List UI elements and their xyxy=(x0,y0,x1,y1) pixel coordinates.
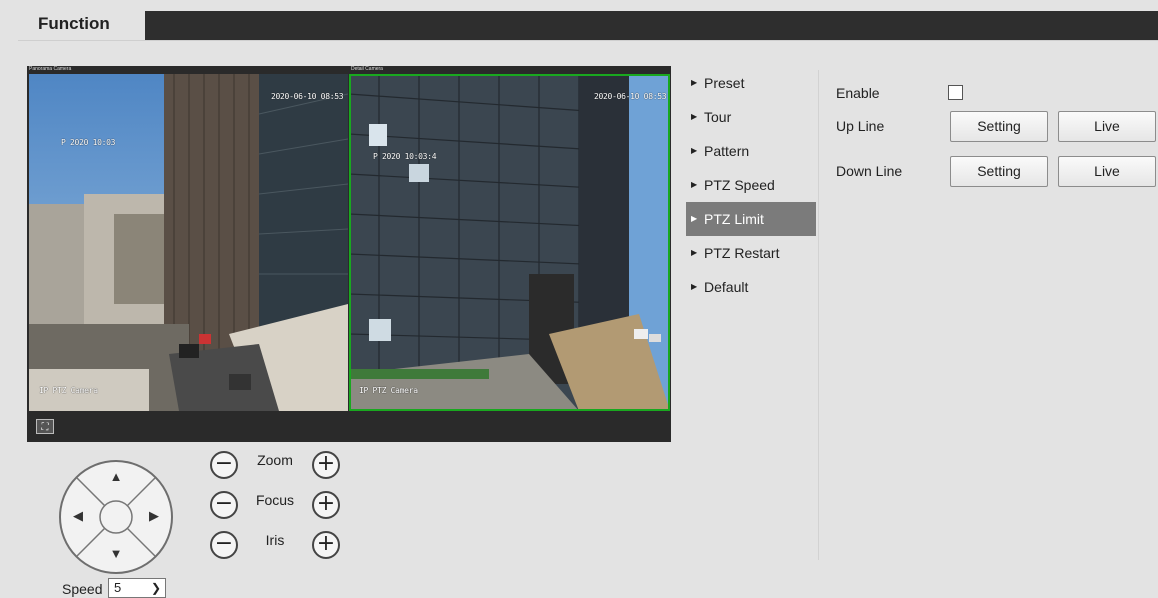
left-pane-title: Panorama Camera xyxy=(29,66,72,72)
down-line-live-button[interactable]: Live xyxy=(1058,156,1156,187)
iris-control: − Iris + xyxy=(210,531,346,563)
iris-plus-button[interactable]: + xyxy=(312,531,340,559)
ptz-direction-pad[interactable]: ▲ ▼ ◀ ▶ xyxy=(59,460,173,574)
menu-item-ptz-restart[interactable]: ▶ PTZ Restart xyxy=(686,236,816,270)
right-timestamp: 2020-06-10 08:53 xyxy=(594,92,667,101)
pan-up-icon[interactable]: ▲ xyxy=(107,468,125,486)
menu-item-ptz-speed[interactable]: ▶ PTZ Speed xyxy=(686,168,816,202)
triangle-right-icon: ▶ xyxy=(691,248,698,257)
tab-divider xyxy=(18,40,1158,41)
iris-minus-button[interactable]: − xyxy=(210,531,238,559)
up-line-live-button[interactable]: Live xyxy=(1058,111,1156,142)
detail-video-pane[interactable]: 2020-06-10 08:53 P 2020 10:03:4 IP PTZ C… xyxy=(349,74,670,411)
tab-function[interactable]: Function xyxy=(18,7,145,41)
focus-minus-button[interactable]: − xyxy=(210,491,238,519)
triangle-right-icon: ▶ xyxy=(691,78,698,87)
menu-divider xyxy=(818,70,819,560)
up-line-label: Up Line xyxy=(836,118,885,134)
triangle-right-icon: ▶ xyxy=(691,112,698,121)
focus-control: − Focus + xyxy=(210,491,346,523)
menu-item-preset[interactable]: ▶ Preset xyxy=(686,66,816,100)
menu-item-default[interactable]: ▶ Default xyxy=(686,270,816,304)
zoom-out-button[interactable]: − xyxy=(210,451,238,479)
menu-item-ptz-limit[interactable]: ▶ PTZ Limit xyxy=(686,202,816,236)
triangle-right-icon: ▶ xyxy=(691,282,698,291)
menu-item-label: PTZ Speed xyxy=(704,177,775,193)
detail-scene xyxy=(349,74,670,411)
menu-item-label: Tour xyxy=(704,109,732,125)
left-channel-label: IP PTZ Camera xyxy=(39,386,98,395)
menu-item-label: Pattern xyxy=(704,143,750,159)
triangle-right-icon: ▶ xyxy=(691,180,698,189)
right-osd-info: P 2020 10:03:4 xyxy=(373,152,437,161)
menu-item-tour[interactable]: ▶ Tour xyxy=(686,100,816,134)
enable-checkbox[interactable] xyxy=(948,85,963,100)
pan-left-icon[interactable]: ◀ xyxy=(69,507,87,525)
triangle-right-icon: ▶ xyxy=(691,146,698,155)
down-line-label: Down Line xyxy=(836,163,903,179)
triangle-right-icon: ▶ xyxy=(691,214,698,223)
iris-label: Iris xyxy=(265,532,285,548)
zoom-in-button[interactable]: + xyxy=(312,451,340,479)
speed-value: 5 xyxy=(114,580,122,595)
speed-label: Speed xyxy=(62,581,103,597)
right-channel-label: IP PTZ Camera xyxy=(359,386,418,395)
menu-item-label: PTZ Restart xyxy=(704,245,780,261)
focus-label: Focus xyxy=(255,492,295,508)
right-pane-title: Detail Camera xyxy=(351,66,383,72)
function-menu: ▶ Preset ▶ Tour ▶ Pattern ▶ PTZ Speed ▶ PTZ L… xyxy=(686,66,816,304)
menu-item-label: Preset xyxy=(704,75,745,91)
menu-item-pattern[interactable]: ▶ Pattern xyxy=(686,134,816,168)
menu-item-label: PTZ Limit xyxy=(704,211,764,227)
speed-select[interactable]: 5 ❯ xyxy=(108,578,166,598)
panorama-scene xyxy=(29,74,348,411)
down-line-setting-button[interactable]: Setting xyxy=(950,156,1048,187)
left-osd-info: P 2020 10:03 xyxy=(61,138,116,147)
menu-item-label: Default xyxy=(704,279,749,295)
pan-down-icon[interactable]: ▼ xyxy=(107,545,125,563)
video-area: Panorama Camera Detail Camera 2020-06-10… xyxy=(27,66,671,442)
panorama-video-pane[interactable]: 2020-06-10 08:53 P 2020 10:03 IP PTZ Cam… xyxy=(29,74,348,411)
zoom-label: Zoom xyxy=(257,452,293,468)
pan-right-icon[interactable]: ▶ xyxy=(145,507,163,525)
left-timestamp: 2020-06-10 08:53 xyxy=(271,92,344,101)
chevron-down-icon: ❯ xyxy=(150,581,161,595)
fullscreen-icon[interactable]: ⛶ xyxy=(36,419,54,434)
zoom-control: − Zoom + xyxy=(210,451,346,483)
tab-bar xyxy=(18,11,1158,41)
enable-label: Enable xyxy=(836,85,880,101)
focus-plus-button[interactable]: + xyxy=(312,491,340,519)
video-toolbar: ⛶ xyxy=(27,411,671,442)
up-line-setting-button[interactable]: Setting xyxy=(950,111,1048,142)
